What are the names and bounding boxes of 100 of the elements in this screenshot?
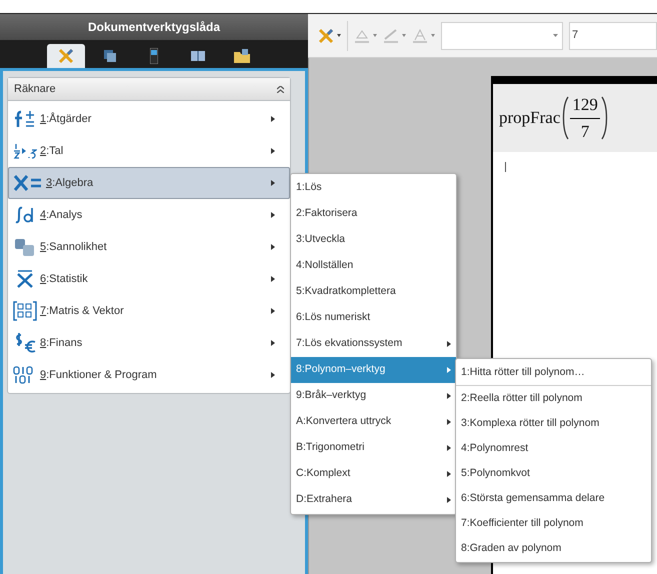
equation-icon: [13, 174, 43, 192]
category-label: 3:Algebra: [46, 176, 94, 191]
submenu-item[interactable]: 8:Polynom–verktyg: [291, 357, 456, 383]
submenu-item[interactable]: D:Extrahera: [291, 487, 456, 513]
submenu-item[interactable]: 3:Utveckla: [291, 227, 456, 253]
submenu-label: 5:Kvadratkomplettera: [296, 284, 397, 300]
submenu-label: 2:Faktorisera: [296, 206, 358, 222]
submenu-arrow-icon: [447, 393, 451, 399]
line-color-icon: [383, 28, 399, 44]
panel-header[interactable]: Räknare: [8, 78, 290, 101]
submenu-arrow-icon: [271, 340, 275, 346]
fill-color-icon: [354, 28, 370, 44]
submenu-label: 6:Lös numeriskt: [296, 310, 372, 326]
left-parenthesis-icon: [561, 96, 570, 140]
category-item[interactable]: 8:Finans: [8, 327, 290, 359]
pages-icon: [103, 49, 117, 63]
right-parenthesis-icon: [600, 96, 609, 140]
caret-icon: [402, 34, 406, 37]
color-button[interactable]: [383, 28, 406, 44]
function-name: propFrac: [499, 107, 560, 130]
text-color-icon: [412, 28, 428, 44]
submenu-item[interactable]: A:Konvertera uttryck: [291, 409, 456, 435]
category-label: 6:Statistik: [40, 272, 89, 287]
matrix-icon: [13, 301, 37, 321]
numerator: 129: [571, 94, 599, 116]
submenu-item[interactable]: 7:Koefficienter till polynom: [456, 511, 651, 536]
function-icon: [13, 110, 37, 128]
submenu-item[interactable]: 7:Lös ekvationssystem: [291, 331, 456, 357]
submenu-arrow-icon: [271, 148, 275, 154]
category-label: 2:Tal: [40, 144, 64, 159]
category-item[interactable]: 6:Statistik: [8, 263, 290, 295]
caret-icon: [337, 34, 341, 37]
category-item[interactable]: 3:Algebra: [8, 167, 290, 199]
submenu-item[interactable]: C:Komplext: [291, 461, 456, 487]
submenu-arrow-icon: [271, 180, 275, 186]
submenu-arrow-icon: [271, 116, 275, 122]
font-field[interactable]: [441, 22, 563, 50]
caret-icon: [373, 34, 377, 37]
tools-icon: [318, 28, 334, 44]
category-label: 9:Funktioner & Program: [40, 368, 158, 383]
submenu-label: 7:Lös ekvationssystem: [296, 336, 404, 352]
submenu-label: 3:Utveckla: [296, 232, 346, 248]
submenu-item[interactable]: 6:Största gemensamma delare: [456, 486, 651, 511]
submenu-arrow-icon: [447, 367, 451, 373]
submenu-item[interactable]: 2:Reella rötter till polynom: [456, 386, 651, 411]
submenu-item[interactable]: 1:Hitta rötter till polynom…: [456, 360, 651, 385]
submenu-label: 9:Bråk–verktyg: [296, 388, 368, 404]
category-item[interactable]: 1:Åtgärder: [8, 103, 290, 135]
caret-icon: [431, 34, 435, 37]
submenu-arrow-icon: [447, 419, 451, 425]
toolbox-title: Dokumentverktygslåda: [0, 14, 308, 40]
category-label: 4:Analys: [40, 208, 84, 223]
category-item[interactable]: 5:Sannolikhet: [8, 231, 290, 263]
submenu-item[interactable]: 4:Nollställen: [291, 253, 456, 279]
folder-icon: [234, 49, 250, 63]
category-item[interactable]: 2:Tal: [8, 135, 290, 167]
submenu-arrow-icon: [271, 212, 275, 218]
fraction-icon: [13, 142, 37, 160]
book-icon: [191, 50, 205, 62]
submenu-item[interactable]: 4:Polynomrest: [456, 436, 651, 461]
category-label: 5:Sannolikhet: [40, 240, 108, 255]
submenu-label: A:Konvertera uttryck: [296, 414, 392, 430]
category-item[interactable]: 7:Matris & Vektor: [8, 295, 290, 327]
category-item[interactable]: 9:Funktioner & Program: [8, 359, 290, 391]
submenu-label: 4:Nollställen: [296, 258, 354, 274]
calculator-icon: [150, 48, 158, 64]
dice-icon: [13, 237, 37, 257]
submenu-arrow-icon: [447, 497, 451, 503]
color-button[interactable]: [354, 28, 377, 44]
submenu-item[interactable]: 6:Lös numeriskt: [291, 305, 456, 331]
submenu-arrow-icon: [271, 276, 275, 282]
submenu-label: 1:Lös: [296, 180, 323, 196]
submenu-item[interactable]: 5:Kvadratkomplettera: [291, 279, 456, 305]
collapse-icon: [277, 86, 284, 92]
submenu-item[interactable]: 3:Komplexa rötter till polynom: [456, 411, 651, 436]
category-label: 7:Matris & Vektor: [40, 304, 125, 319]
submenu-arrow-icon: [447, 341, 451, 347]
text-cursor: [505, 162, 506, 172]
submenu-item[interactable]: 9:Bråk–verktyg: [291, 383, 456, 409]
category-label: 8:Finans: [40, 336, 84, 351]
submenu-label: 8:Polynom–verktyg: [296, 362, 386, 378]
submenu-item[interactable]: 2:Faktorisera: [291, 201, 456, 227]
category-label: 1:Åtgärder: [40, 111, 92, 127]
denominator: 7: [580, 120, 590, 142]
submenu-item[interactable]: 1:Lös: [291, 175, 456, 201]
tools-icon: [58, 48, 74, 64]
color-button[interactable]: [412, 28, 435, 44]
caret-icon: [553, 34, 558, 37]
submenu-arrow-icon: [271, 372, 275, 378]
submenu-arrow-icon: [447, 471, 451, 477]
submenu-item[interactable]: 8:Graden av polynom: [456, 536, 651, 561]
submenu-label: B:Trigonometri: [296, 440, 366, 456]
submenu-arrow-icon: [271, 244, 275, 250]
tools-menu-button[interactable]: [318, 28, 341, 44]
font-size-field[interactable]: 7: [569, 22, 657, 50]
submenu-item[interactable]: B:Trigonometri: [291, 435, 456, 461]
category-item[interactable]: 4:Analys: [8, 199, 290, 231]
currency-icon: [13, 333, 37, 353]
submenu-item[interactable]: 5:Polynomkvot: [456, 461, 651, 486]
submenu-label: C:Komplext: [296, 466, 352, 482]
